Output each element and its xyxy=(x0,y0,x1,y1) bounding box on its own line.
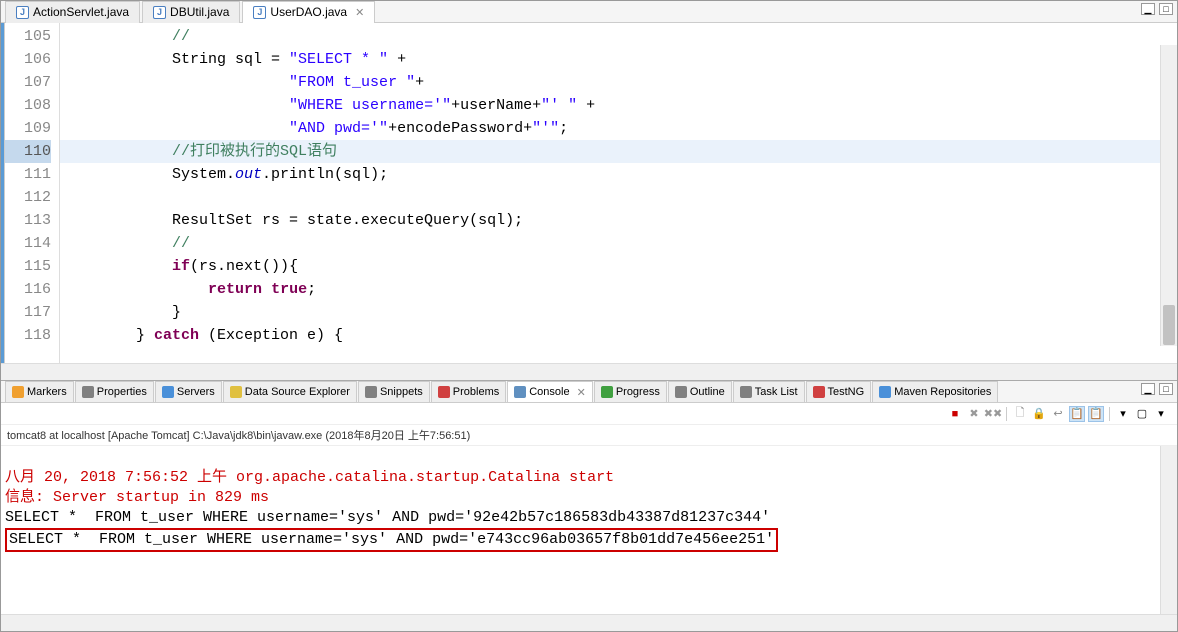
view-tab-outline[interactable]: Outline xyxy=(668,381,732,402)
code-line[interactable]: } xyxy=(60,301,1177,324)
view-tab-label: Console xyxy=(529,386,569,398)
editor-pane: J ActionServlet.java J DBUtil.java J UserDAO.… xyxy=(1,1,1177,381)
views-maximize-button[interactable]: □ xyxy=(1159,383,1173,395)
code-line[interactable]: } catch (Exception e) { xyxy=(60,324,1177,347)
views-window-controls: ▁ □ xyxy=(1141,383,1173,395)
view-tab-task-list[interactable]: Task List xyxy=(733,381,805,402)
terminate-button[interactable]: ■ xyxy=(947,406,963,422)
view-tab-problems[interactable]: Problems xyxy=(431,381,506,402)
code-line[interactable]: if(rs.next()){ xyxy=(60,255,1177,278)
remove-launch-button[interactable]: ✖ xyxy=(966,406,982,422)
view-icon xyxy=(601,386,613,398)
pin-console-button[interactable]: 📋 xyxy=(1069,406,1085,422)
view-tab-console[interactable]: Console ✕ xyxy=(507,381,593,402)
view-tab-label: Task List xyxy=(755,386,798,398)
java-file-icon: J xyxy=(16,6,29,19)
open-console-button[interactable]: ▾ xyxy=(1115,406,1131,422)
new-console-button[interactable]: ▾ xyxy=(1153,406,1169,422)
code-line[interactable]: //打印被执行的SQL语句 xyxy=(60,140,1177,163)
view-tab-label: Problems xyxy=(453,386,499,398)
view-icon xyxy=(365,386,377,398)
console-output[interactable]: 八月 20, 2018 7:56:52 上午 org.apache.catali… xyxy=(1,446,1177,614)
editor-tabbar: J ActionServlet.java J DBUtil.java J UserDAO.… xyxy=(1,1,1177,23)
console-horizontal-scrollbar[interactable] xyxy=(1,614,1177,631)
view-tab-label: Data Source Explorer xyxy=(245,386,350,398)
show-console-button[interactable]: 📋 xyxy=(1088,406,1104,422)
code-line[interactable] xyxy=(60,186,1177,209)
view-icon xyxy=(230,386,242,398)
tab-label: DBUtil.java xyxy=(170,5,229,19)
code-line[interactable]: return true; xyxy=(60,278,1177,301)
view-tab-label: TestNG xyxy=(828,386,865,398)
bottom-pane: Markers Properties Servers Data Source Expl… xyxy=(1,381,1177,631)
views-tabbar: Markers Properties Servers Data Source Expl… xyxy=(1,381,1177,403)
view-tab-markers[interactable]: Markers xyxy=(5,381,74,402)
code-line[interactable]: "WHERE username='"+userName+"' " + xyxy=(60,94,1177,117)
view-icon xyxy=(813,386,825,398)
code-line[interactable]: "FROM t_user "+ xyxy=(60,71,1177,94)
close-icon[interactable]: ✕ xyxy=(355,6,364,19)
close-icon[interactable]: ✕ xyxy=(577,386,586,399)
view-icon xyxy=(12,386,24,398)
view-tab-label: Servers xyxy=(177,386,215,398)
console-line: 八月 20, 2018 7:56:52 上午 org.apache.catali… xyxy=(5,469,614,486)
console-line-highlighted: SELECT * FROM t_user WHERE username='sys… xyxy=(5,528,778,552)
view-tab-snippets[interactable]: Snippets xyxy=(358,381,430,402)
editor-tab[interactable]: J DBUtil.java xyxy=(142,1,240,23)
console-line: SELECT * FROM t_user WHERE username='sys… xyxy=(5,509,770,526)
code-line[interactable]: // xyxy=(60,25,1177,48)
tab-label: ActionServlet.java xyxy=(33,5,129,19)
tab-label: UserDAO.java xyxy=(270,5,347,19)
code-line[interactable]: "AND pwd='"+encodePassword+"'"; xyxy=(60,117,1177,140)
console-vertical-scrollbar[interactable] xyxy=(1160,446,1177,614)
code-line[interactable]: ResultSet rs = state.executeQuery(sql); xyxy=(60,209,1177,232)
scroll-lock-button[interactable]: 🔒 xyxy=(1031,406,1047,422)
console-line: 信息: Server startup in 829 ms xyxy=(5,489,269,506)
java-file-icon: J xyxy=(153,6,166,19)
code-area[interactable]: 1051061071081091101111121131141151161171… xyxy=(1,23,1177,363)
source-code[interactable]: // String sql = "SELECT * " + "FROM t_us… xyxy=(60,23,1177,363)
code-line[interactable]: // xyxy=(60,232,1177,255)
minimize-button[interactable]: ▁ xyxy=(1141,3,1155,15)
editor-tab[interactable]: J UserDAO.java ✕ xyxy=(242,1,375,23)
editor-tab[interactable]: J ActionServlet.java xyxy=(5,1,140,23)
display-selected-button[interactable]: ▢ xyxy=(1134,406,1150,422)
view-tab-maven-repositories[interactable]: Maven Repositories xyxy=(872,381,998,402)
view-icon xyxy=(82,386,94,398)
maximize-button[interactable]: □ xyxy=(1159,3,1173,15)
view-tab-label: Outline xyxy=(690,386,725,398)
remove-all-button[interactable]: ✖✖ xyxy=(985,406,1001,422)
view-tab-label: Progress xyxy=(616,386,660,398)
view-tab-properties[interactable]: Properties xyxy=(75,381,154,402)
view-tab-label: Properties xyxy=(97,386,147,398)
view-tab-label: Maven Repositories xyxy=(894,386,991,398)
views-minimize-button[interactable]: ▁ xyxy=(1141,383,1155,395)
code-line[interactable]: System.out.println(sql); xyxy=(60,163,1177,186)
console-status: tomcat8 at localhost [Apache Tomcat] C:\… xyxy=(1,425,1177,446)
console-toolbar: ■ ✖ ✖✖ 🗋 🔒 ↩ 📋 📋 ▾ ▢ ▾ xyxy=(1,403,1177,425)
editor-window-controls: ▁ □ xyxy=(1141,3,1173,15)
word-wrap-button[interactable]: ↩ xyxy=(1050,406,1066,422)
vertical-scrollbar[interactable] xyxy=(1160,45,1177,346)
horizontal-scrollbar[interactable] xyxy=(1,363,1177,380)
view-tab-testng[interactable]: TestNG xyxy=(806,381,872,402)
clear-console-button[interactable]: 🗋 xyxy=(1012,406,1028,422)
view-icon xyxy=(514,386,526,398)
view-icon xyxy=(740,386,752,398)
view-icon xyxy=(675,386,687,398)
view-icon xyxy=(162,386,174,398)
view-icon xyxy=(438,386,450,398)
code-line[interactable]: String sql = "SELECT * " + xyxy=(60,48,1177,71)
view-tab-label: Snippets xyxy=(380,386,423,398)
view-icon xyxy=(879,386,891,398)
view-tab-servers[interactable]: Servers xyxy=(155,381,222,402)
view-tab-label: Markers xyxy=(27,386,67,398)
java-file-icon: J xyxy=(253,6,266,19)
view-tab-data-source-explorer[interactable]: Data Source Explorer xyxy=(223,381,357,402)
scroll-thumb[interactable] xyxy=(1163,305,1175,345)
line-number-gutter[interactable]: 1051061071081091101111121131141151161171… xyxy=(5,23,60,363)
view-tab-progress[interactable]: Progress xyxy=(594,381,667,402)
